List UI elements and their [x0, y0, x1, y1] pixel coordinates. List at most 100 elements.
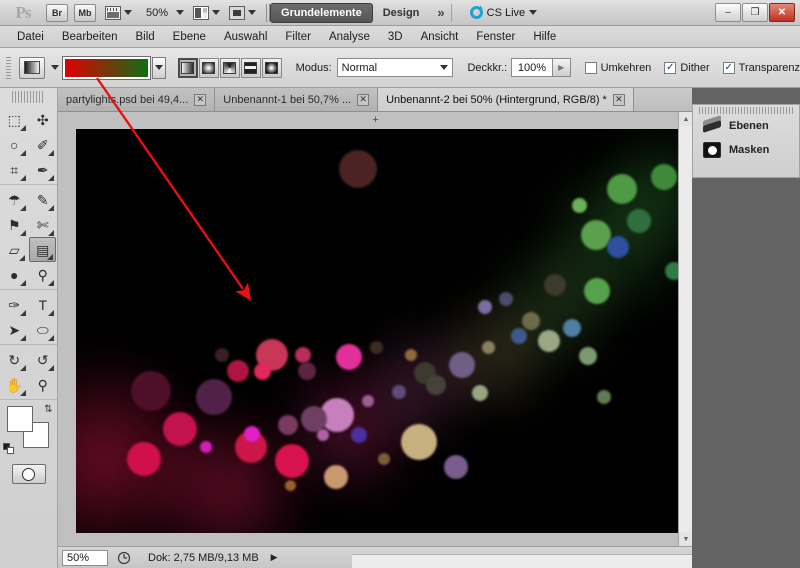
pen-tool[interactable]: ✑ — [1, 292, 28, 317]
arrange-layout-icon — [193, 5, 210, 20]
document-tab-unbenannt-1[interactable]: Unbenannt-1 bei 50,7% ... ✕ — [215, 88, 379, 111]
tool-row: ⚑ ✄ — [0, 212, 57, 237]
clone-stamp-tool[interactable]: ⚑ — [1, 212, 28, 237]
image-canvas[interactable] — [76, 129, 678, 533]
close-button[interactable]: ✕ — [769, 3, 795, 22]
zoom-tool[interactable]: ⚲ — [30, 372, 57, 397]
diamond-gradient-button[interactable] — [261, 57, 282, 78]
brush-tool[interactable]: ✎ — [30, 187, 57, 212]
reflected-gradient-button[interactable] — [240, 57, 261, 78]
cs-live-button[interactable]: CS Live — [469, 6, 538, 19]
type-tool[interactable]: T — [30, 292, 57, 317]
close-icon[interactable]: ✕ — [194, 93, 207, 106]
minimize-button[interactable]: – — [715, 3, 741, 22]
gradient-swatch[interactable] — [61, 55, 151, 80]
bokeh-circle — [317, 429, 329, 441]
dither-checkbox-icon: ✓ — [664, 61, 677, 74]
quick-mask-button[interactable] — [11, 464, 46, 484]
radial-gradient-button[interactable] — [198, 57, 219, 78]
menu-bearbeiten[interactable]: Bearbeiten — [53, 26, 127, 48]
scroll-down-icon[interactable]: ▼ — [679, 532, 693, 546]
app-zoom-level[interactable]: 50% — [146, 7, 168, 19]
opacity-input[interactable]: 100% — [511, 58, 553, 77]
close-icon[interactable]: ✕ — [357, 93, 370, 106]
angle-gradient-button[interactable] — [219, 57, 240, 78]
tool-preset-chevron-down-icon[interactable] — [50, 65, 59, 70]
bokeh-circle — [405, 349, 417, 361]
status-zoom-input[interactable]: 50% — [62, 549, 108, 566]
canvas-viewport[interactable]: + — [58, 112, 692, 546]
menu-ebene[interactable]: Ebene — [164, 26, 215, 48]
close-icon[interactable]: ✕ — [612, 93, 625, 106]
menu-datei[interactable]: Datei — [8, 26, 53, 48]
dodge-tool[interactable]: ⚲ — [30, 262, 57, 287]
scroll-up-icon[interactable]: ▲ — [679, 112, 693, 126]
photoshop-logo-icon: Ps — [15, 2, 32, 22]
blur-tool[interactable]: ● — [1, 262, 28, 287]
tool-more-triangle-icon — [19, 205, 26, 211]
menu-3d[interactable]: 3D — [379, 26, 412, 48]
mini-bridge-button[interactable]: Mb — [74, 3, 96, 22]
checkbox-dither[interactable]: ✓ Dither — [664, 61, 710, 74]
panel-tab-ebenen[interactable]: Ebenen — [693, 114, 799, 138]
menu-fenster[interactable]: Fenster — [467, 26, 524, 48]
3d-orbit-tool[interactable]: ↺ — [30, 347, 57, 372]
quick-selection-tool[interactable]: ✐ — [30, 132, 57, 157]
gradient-picker-dropdown[interactable] — [151, 56, 166, 79]
screen-mode-button[interactable] — [229, 3, 257, 23]
swap-colors-icon[interactable]: ⇅ — [44, 404, 52, 415]
photoshop-window: Ps Br Mb 50% Grundelemente Design » CS L… — [0, 0, 800, 568]
gradient-checkbox-group: Umkehren ✓ Dither ✓ Transparenz — [584, 61, 800, 74]
restore-button[interactable]: ❐ — [742, 3, 768, 22]
crop-tool[interactable]: ⌗ — [1, 157, 28, 182]
document-tab-partylights[interactable]: partylights.psd bei 49,4... ✕ — [58, 88, 216, 111]
checkbox-umkehren[interactable]: Umkehren — [584, 61, 651, 74]
hand-tool[interactable]: ✋ — [1, 372, 28, 397]
opacity-slider-button[interactable]: ▶ — [552, 58, 571, 77]
foreground-color-swatch[interactable] — [6, 406, 33, 432]
spot-healing-brush-tool[interactable]: ☂ — [1, 187, 28, 212]
canvas-vertical-scrollbar[interactable]: ▲ ▼ — [678, 112, 693, 546]
menu-filter[interactable]: Filter — [276, 26, 320, 48]
tool-more-triangle-icon — [48, 175, 54, 181]
ellipse-shape-tool[interactable]: ⬭ — [30, 317, 57, 342]
timing-icon[interactable] — [114, 550, 134, 566]
checkbox-transparenz[interactable]: ✓ Transparenz — [722, 61, 800, 74]
workspace-grundelemente[interactable]: Grundelemente — [270, 2, 373, 23]
angle-gradient-icon — [223, 61, 237, 74]
application-bar: Ps Br Mb 50% Grundelemente Design » CS L… — [0, 0, 800, 26]
zoom-chevron-down-icon[interactable] — [176, 10, 185, 15]
eyedropper-tool[interactable]: ✒ — [30, 157, 57, 182]
tool-row: ☂ ✎ — [0, 187, 57, 212]
bokeh-circle — [324, 465, 348, 489]
panel-tab-masken[interactable]: Masken — [693, 138, 799, 162]
blend-mode-select[interactable]: Normal — [336, 58, 454, 77]
menu-analyse[interactable]: Analyse — [320, 26, 379, 48]
workspace-design[interactable]: Design — [373, 3, 430, 23]
document-tab-unbenannt-2[interactable]: Unbenannt-2 bei 50% (Hintergrund, RGB/8)… — [378, 88, 634, 111]
menu-hilfe[interactable]: Hilfe — [524, 26, 565, 48]
linear-gradient-button[interactable] — [177, 57, 198, 78]
bridge-button[interactable]: Br — [46, 3, 68, 22]
arrange-documents-button[interactable] — [193, 3, 221, 23]
options-bar-grip — [6, 56, 11, 79]
status-more-icon[interactable]: ▶ — [271, 552, 278, 563]
eraser-tool[interactable]: ▱ — [1, 237, 27, 262]
view-extras-button[interactable] — [105, 3, 132, 23]
tool-more-triangle-icon — [48, 230, 54, 236]
lasso-tool[interactable]: ○ — [1, 132, 28, 157]
tool-more-triangle-icon — [19, 150, 26, 156]
gradient-tool[interactable]: ▤ — [29, 237, 56, 262]
marquee-tool[interactable]: ⬚ — [1, 107, 28, 132]
default-colors-icon[interactable] — [2, 443, 14, 454]
path-selection-tool[interactable]: ➤ — [1, 317, 28, 342]
move-tool[interactable]: ✣ — [30, 107, 57, 132]
menu-bild[interactable]: Bild — [126, 26, 163, 48]
workspace-more-icon[interactable]: » — [437, 5, 444, 20]
history-brush-tool[interactable]: ✄ — [30, 212, 57, 237]
canvas-horizontal-scrollbar[interactable] — [352, 554, 692, 568]
menu-auswahl[interactable]: Auswahl — [215, 26, 276, 48]
tool-preset-picker[interactable] — [18, 56, 45, 79]
3d-rotate-tool[interactable]: ↻ — [1, 347, 28, 372]
menu-ansicht[interactable]: Ansicht — [412, 26, 468, 48]
